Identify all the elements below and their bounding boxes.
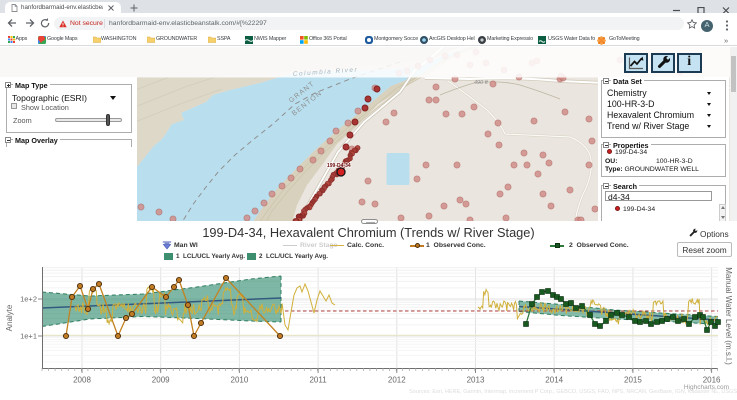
svg-text:Manual Water Level (m.s.l.): Manual Water Level (m.s.l.) — [724, 267, 733, 365]
svg-text:2014: 2014 — [545, 376, 563, 385]
svg-text:Sources: Esri, HERE, Garmin, I: Sources: Esri, HERE, Garmin, Intermap, i… — [409, 389, 737, 395]
svg-text:490 ft: 490 ft — [474, 80, 488, 86]
svg-text:1e+1: 1e+1 — [20, 332, 37, 341]
svg-text:1e+2: 1e+2 — [20, 295, 37, 304]
svg-text:199-D4-34: 199-D4-34 — [327, 163, 351, 169]
svg-text:2008: 2008 — [73, 376, 91, 385]
svg-text:2010: 2010 — [231, 376, 249, 385]
svg-text:2011: 2011 — [309, 376, 327, 385]
svg-text:2015: 2015 — [624, 376, 642, 385]
svg-text:2013: 2013 — [467, 376, 485, 385]
svg-text:Analyte: Analyte — [5, 304, 14, 331]
svg-text:2009: 2009 — [152, 376, 170, 385]
svg-text:2012: 2012 — [388, 376, 406, 385]
